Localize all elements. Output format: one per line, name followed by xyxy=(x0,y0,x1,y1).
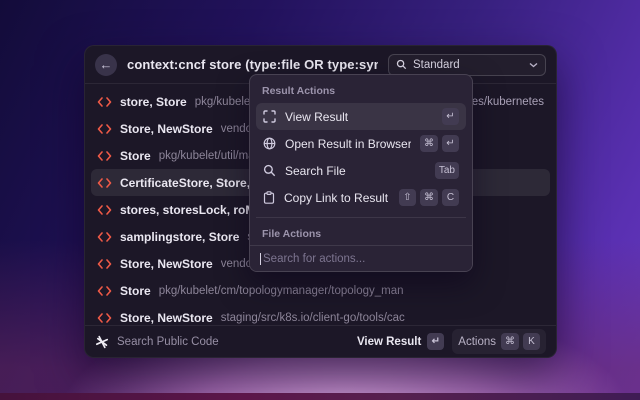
result-symbols: Store, NewStore xyxy=(120,311,213,325)
section-divider xyxy=(256,217,466,218)
view-result-footer-button[interactable]: View Result ↵ xyxy=(357,333,444,350)
search-icon xyxy=(396,59,407,70)
action-label: Copy Link to Result xyxy=(284,191,390,205)
chevron-down-icon xyxy=(529,62,538,68)
keycap: C xyxy=(442,189,459,206)
search-query-input[interactable]: context:cncf store (type:file OR type:sy… xyxy=(127,57,378,72)
result-symbols: samplingstore, Store xyxy=(120,230,239,244)
code-symbol-icon xyxy=(97,259,112,269)
keycap: ↵ xyxy=(427,333,444,350)
text-caret xyxy=(260,253,261,265)
action-item-view-result[interactable]: View Result ↵ xyxy=(256,103,466,130)
actions-search-placeholder: Search for actions... xyxy=(263,253,365,265)
desktop-background: ← context:cncf store (type:file OR type:… xyxy=(0,0,640,400)
result-symbols: store, Store xyxy=(120,95,187,109)
code-symbol-icon xyxy=(97,97,112,107)
action-item-search-file[interactable]: Search File Tab xyxy=(256,157,466,184)
code-symbol-icon xyxy=(97,232,112,242)
result-symbols: Store, NewStore xyxy=(120,122,213,136)
footer-bar: Search Public Code View Result ↵ Actions… xyxy=(85,325,556,357)
globe-icon xyxy=(263,137,276,150)
search-mode-dropdown[interactable]: Standard xyxy=(388,54,546,76)
action-keys: ⇧⌘C xyxy=(399,189,459,206)
action-label: View Result xyxy=(285,110,433,124)
keycap: ⌘ xyxy=(420,135,438,152)
keycap: K xyxy=(523,333,540,350)
actions-footer-button[interactable]: Actions ⌘K xyxy=(452,329,546,354)
code-symbol-icon xyxy=(97,178,112,188)
keycap: ↵ xyxy=(442,135,459,152)
keycap: ↵ xyxy=(442,108,459,125)
back-button[interactable]: ← xyxy=(95,54,117,76)
keycap: ⌘ xyxy=(501,333,519,350)
sourcegraph-logo-icon xyxy=(95,335,109,349)
section-title: File Actions xyxy=(256,226,466,245)
keycap: ⇧ xyxy=(399,189,416,206)
code-symbol-icon xyxy=(97,124,112,134)
actions-menu-list: Result ActionsView Result↵Open Result in… xyxy=(250,75,472,245)
action-keys: Tab xyxy=(435,162,459,179)
action-item-copy-link-to-result[interactable]: Copy Link to Result ⇧⌘C xyxy=(256,184,466,211)
result-row[interactable]: Store pkg/kubelet/cm/topologymanager/topo… xyxy=(91,277,550,304)
action-keys: ↵ xyxy=(442,108,459,125)
action-item-open-result-in-browser[interactable]: Open Result in Browser ⌘↵ xyxy=(256,130,466,157)
keycap: Tab xyxy=(435,162,459,179)
action-keys: ⌘↵ xyxy=(420,135,459,152)
keycap: ⌘ xyxy=(420,189,438,206)
action-label: Open Result in Browser xyxy=(285,137,411,151)
result-symbols: Store xyxy=(120,284,151,298)
action-label: Search File xyxy=(285,164,426,178)
code-symbol-icon xyxy=(97,313,112,323)
result-row[interactable]: Store, NewStore staging/src/k8s.io/client… xyxy=(91,304,550,325)
result-path: pkg/kubelet/cm/topologymanager/topology_… xyxy=(159,285,404,297)
search-icon xyxy=(263,164,276,177)
result-symbols: Store xyxy=(120,149,151,163)
code-symbol-icon xyxy=(97,151,112,161)
result-symbols: Store, NewStore xyxy=(120,257,213,271)
primary-action-keys: ↵ xyxy=(427,333,444,350)
actions-search-input[interactable]: Search for actions... xyxy=(250,245,472,271)
brand: Search Public Code xyxy=(95,335,219,349)
section-title: Result Actions xyxy=(256,83,466,103)
code-symbol-icon xyxy=(97,286,112,296)
actions-menu-popup: Result ActionsView Result↵Open Result in… xyxy=(249,74,473,272)
desktop-bottom-strip xyxy=(0,393,640,400)
clipboard-icon xyxy=(263,191,275,204)
brand-label: Search Public Code xyxy=(117,336,219,348)
code-symbol-icon xyxy=(97,205,112,215)
search-mode-label: Standard xyxy=(413,59,460,71)
actions-keys: ⌘K xyxy=(501,333,540,350)
scan-icon xyxy=(263,110,276,123)
result-path: staging/src/k8s.io/client-go/tools/cac xyxy=(221,312,405,324)
